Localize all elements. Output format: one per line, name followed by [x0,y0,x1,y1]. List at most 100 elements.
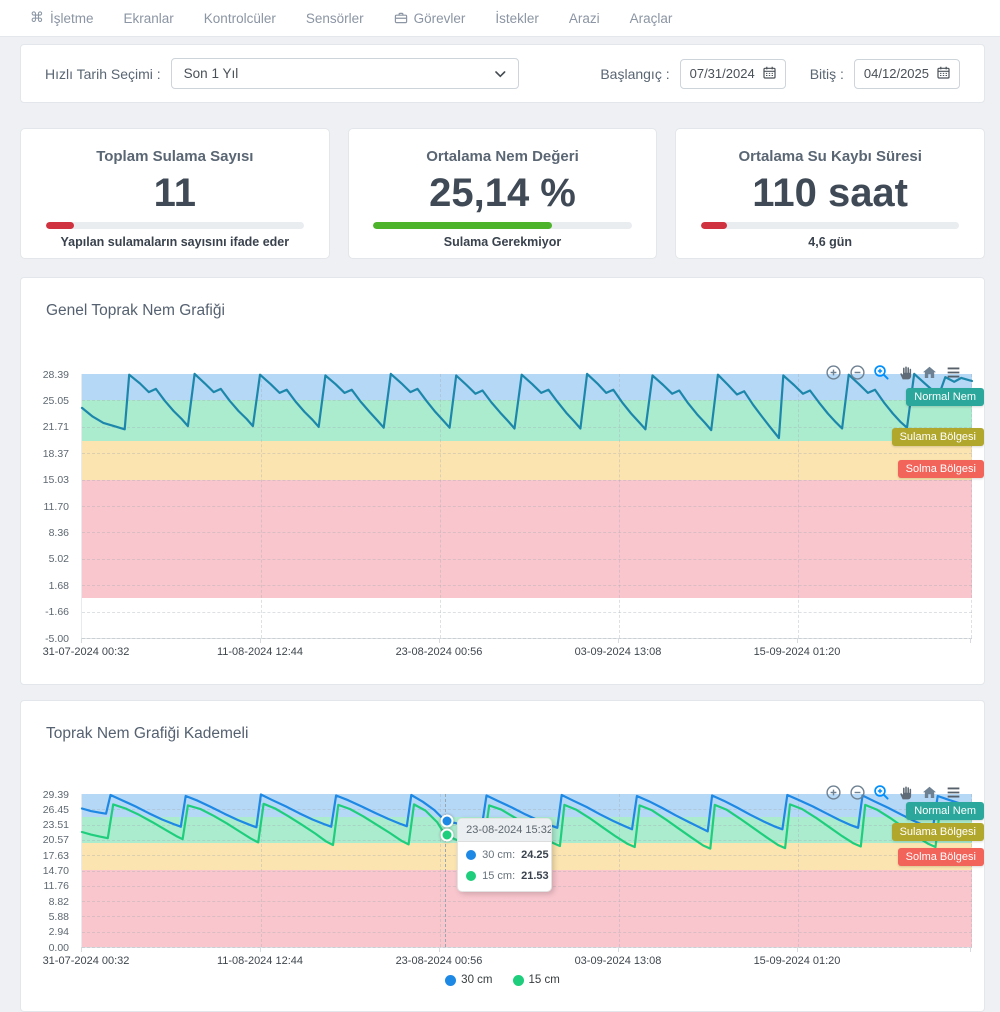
nav-item-ekranlar[interactable]: Ekranlar [124,11,174,26]
series-dot-icon [466,850,476,860]
h-gridline [82,638,972,639]
y-axis-label: 26.45 [21,804,69,816]
nav-item-label: Ekranlar [124,11,174,26]
nav-item-kontrolc-ler[interactable]: Kontrolcüler [204,11,276,26]
nav-item-label: Kontrolcüler [204,11,276,26]
nav-item-i-stekler[interactable]: İstekler [495,11,539,26]
tooltip-series-label: 30 cm: [482,849,515,861]
y-axis-label: 5.02 [21,553,69,565]
start-date-label: Başlangıç : [600,66,669,82]
zoom-in-icon[interactable] [825,364,842,381]
x-axis-tick [81,947,82,952]
y-axis-label: 18.37 [21,448,69,460]
home-icon[interactable] [921,784,938,801]
start-date-input[interactable]: 07/31/2024 [680,59,786,89]
legend-item-30-cm[interactable]: 30 cm [445,974,492,986]
zoom-in-icon[interactable] [825,784,842,801]
calendar-icon[interactable] [763,66,776,82]
stat-card-progress-bar [46,222,304,229]
nav-item-label: Sensörler [306,11,364,26]
nav-item-i-letme[interactable]: ⌘ İşletme [30,11,94,26]
start-date-value: 07/31/2024 [690,66,755,81]
legend-dot-icon [445,975,456,986]
stat-card-value: 25,14 % [429,172,576,214]
home-icon[interactable] [921,364,938,381]
tooltip-series-label: 15 cm: [482,870,515,882]
y-axis-label: 29.39 [21,789,69,801]
end-date-input[interactable]: 04/12/2025 [854,59,960,89]
zone-badge-normal-nem: Normal Nem [906,802,984,820]
stat-card-value: 11 [154,172,196,214]
quick-date-selected-value: Son 1 Yıl [184,66,239,81]
nav-item-label: İşletme [50,11,94,26]
pan-icon[interactable] [897,364,914,381]
y-axis-label: 0.00 [21,942,69,954]
y-axis-label: 21.71 [21,421,69,433]
stat-card-title: Ortalama Nem Değeri [426,148,579,165]
x-axis-tick [81,638,82,643]
x-axis-tick [970,638,971,643]
data-point-marker [441,814,454,827]
x-axis-tick [260,638,261,643]
h-gridline [82,947,972,948]
end-date-label: Bitiş : [810,66,844,82]
menu-icon[interactable] [945,364,962,381]
stat-card-subtitle: 4,6 gün [808,235,852,249]
pan-icon[interactable] [897,784,914,801]
selection-zoom-icon[interactable] [873,784,890,801]
nav-item-ara-lar[interactable]: Araçlar [630,11,673,26]
chart-toolbar [825,784,962,801]
nav-item-g-revler[interactable]: Görevler [394,11,466,26]
stat-card-value: 110 saat [752,172,908,214]
command-icon: ⌘ [30,11,44,25]
stat-card-progress-bar [373,222,631,229]
nav-item-label: Görevler [414,11,466,26]
nav-item-sens-rler[interactable]: Sensörler [306,11,364,26]
x-axis-label: 31-07-2024 00:32 [21,646,151,658]
general-soil-moisture-panel: Genel Toprak Nem Grafiği 28.3925.0521.71… [20,277,985,685]
quick-date-select[interactable]: Son 1 Yıl [171,58,519,89]
chart-toolbar [825,364,962,381]
zone-badge-solma-b-lgesi: Solma Bölgesi [898,460,984,478]
date-filter-panel: Hızlı Tarih Seçimi : Son 1 Yıl Başlangıç… [20,44,985,103]
stepped-soil-moisture-panel: Toprak Nem Grafiği Kademeli 29.3926.4523… [20,700,985,1012]
chart-tooltip: 23-08-2024 15:3230 cm:24.2515 cm:21.53 [457,818,552,892]
x-axis-tick [439,947,440,952]
zoom-out-icon[interactable] [849,784,866,801]
y-axis-label: 2.94 [21,926,69,938]
x-axis-label: 03-09-2024 13:08 [553,955,683,967]
y-axis-label: 11.70 [21,501,69,513]
y-axis-label: 14.70 [21,865,69,877]
x-axis-tick [797,638,798,643]
tooltip-date: 23-08-2024 15:32 [458,819,551,842]
nav-item-label: Arazi [569,11,600,26]
toprak-nem-kademeli-plot[interactable]: 23-08-2024 15:3230 cm:24.2515 cm:21.53No… [81,794,972,948]
selection-zoom-icon[interactable] [873,364,890,381]
x-axis-label: 11-08-2024 12:44 [195,955,325,967]
x-axis-tick [970,947,971,952]
y-axis-label: 15.03 [21,474,69,486]
x-axis-label: 23-08-2024 00:56 [374,955,504,967]
chevron-down-icon [495,66,506,81]
calendar-icon[interactable] [937,66,950,82]
zone-badge-sulama-b-lgesi: Sulama Bölgesi [892,428,984,446]
y-axis-label: 28.39 [21,369,69,381]
legend-dot-icon [513,975,524,986]
nav-item-label: İstekler [495,11,539,26]
y-axis-label: 25.05 [21,395,69,407]
briefcase-icon [394,11,408,25]
nav-item-arazi[interactable]: Arazi [569,11,600,26]
y-axis-label: 1.68 [21,580,69,592]
x-axis-label: 15-09-2024 01:20 [732,646,862,658]
stat-card-title: Toplam Sulama Sayısı [96,148,253,165]
legend-label: 15 cm [529,974,560,986]
zoom-out-icon[interactable] [849,364,866,381]
stat-card-subtitle: Yapılan sulamaların sayısını ifade eder [61,235,290,249]
x-axis-label: 23-08-2024 00:56 [374,646,504,658]
stat-card-progress-bar [701,222,959,229]
legend-item-15-cm[interactable]: 15 cm [513,974,560,986]
x-axis-label: 11-08-2024 12:44 [195,646,325,658]
stat-cards-row: Toplam Sulama Sayısı 11 Yapılan sulamaları… [20,128,985,259]
genel-toprak-nem-plot[interactable]: Normal NemSulama BölgesiSolma Bölgesi [81,374,972,639]
menu-icon[interactable] [945,784,962,801]
